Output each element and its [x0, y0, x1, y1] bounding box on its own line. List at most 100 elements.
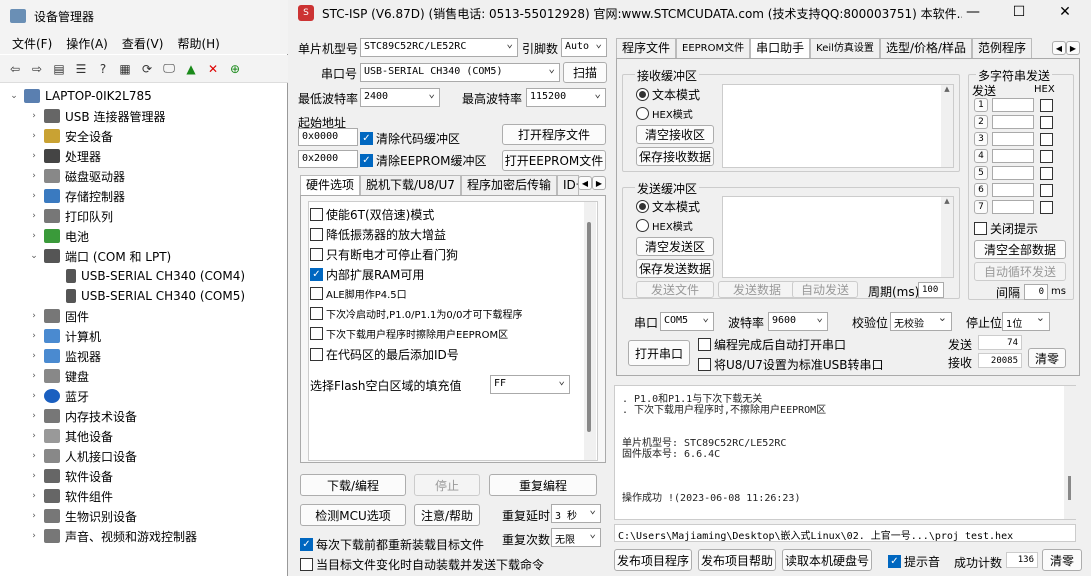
tree-item[interactable]: › 监视器: [0, 346, 288, 366]
option-ale[interactable]: ALE脚用作P4.5口: [310, 286, 407, 301]
right-tab-scroll-left-icon[interactable]: ◀: [1052, 41, 1066, 55]
tree-item[interactable]: › 软件设备: [0, 466, 288, 486]
open-com-button[interactable]: 打开串口: [628, 340, 690, 366]
recv-hex-mode-radio[interactable]: HEX模式: [636, 106, 693, 121]
multi-send-button[interactable]: 6: [974, 183, 988, 197]
save-send-button[interactable]: 保存发送数据: [636, 259, 714, 278]
option-internal-ram[interactable]: ✓ 内部扩展RAM可用: [310, 266, 424, 283]
tree-item[interactable]: › 磁盘驱动器: [0, 166, 288, 186]
repeat-delay-select[interactable]: 3 秒: [551, 504, 601, 523]
menu-action[interactable]: 操作(A): [66, 35, 108, 52]
tree-item[interactable]: › 计算机: [0, 326, 288, 346]
tree-item[interactable]: › 生物识别设备: [0, 506, 288, 526]
multi-string-input[interactable]: [992, 115, 1034, 129]
auto-open-checkbox[interactable]: 编程完成后自动打开串口: [698, 336, 846, 353]
multi-string-input[interactable]: [992, 149, 1034, 163]
chevron-right-icon[interactable]: ›: [28, 451, 40, 461]
multi-send-button[interactable]: 2: [974, 115, 988, 129]
multi-string-input[interactable]: [992, 200, 1034, 214]
chevron-right-icon[interactable]: ›: [28, 511, 40, 521]
chevron-down-icon[interactable]: ⌄: [8, 91, 20, 101]
option-6t[interactable]: 使能6T(双倍速)模式: [310, 206, 434, 223]
chevron-right-icon[interactable]: ›: [28, 191, 40, 201]
scan-hardware-icon[interactable]: ⟳: [138, 60, 156, 78]
auto-load-checkbox[interactable]: 当目标文件变化时自动装载并发送下载命令: [300, 556, 544, 573]
chevron-right-icon[interactable]: ›: [28, 471, 40, 481]
chevron-right-icon[interactable]: ›: [28, 331, 40, 341]
chevron-right-icon[interactable]: ›: [28, 491, 40, 501]
receive-textarea[interactable]: [722, 84, 954, 168]
tab-scroll-left-icon[interactable]: ◀: [578, 176, 592, 190]
multi-hex-checkbox[interactable]: [1040, 133, 1053, 146]
send-hex-mode-radio[interactable]: HEX模式: [636, 218, 693, 233]
publish-help-button[interactable]: 发布项目帮助: [698, 549, 776, 571]
log-scrollbar[interactable]: [1064, 386, 1076, 519]
clear-receive-button[interactable]: 清空接收区: [636, 125, 714, 144]
tab-examples[interactable]: 范例程序: [972, 38, 1033, 58]
multi-string-input[interactable]: [992, 98, 1034, 112]
tree-item[interactable]: › 人机接口设备: [0, 446, 288, 466]
tree-item[interactable]: › 声音、视频和游戏控制器: [0, 526, 288, 546]
reload-checkbox[interactable]: ✓ 每次下载前都重新装载目标文件: [300, 536, 484, 553]
chevron-right-icon[interactable]: ›: [28, 211, 40, 221]
tree-item[interactable]: › 打印队列: [0, 206, 288, 226]
interval-input[interactable]: 0: [1024, 284, 1048, 300]
menu-file[interactable]: 文件(F): [12, 35, 52, 52]
tab-encrypted-transfer[interactable]: 程序加密后传输: [460, 175, 557, 195]
option-cold-start[interactable]: 下次冷启动时,P1.0/P1.1为0/0才可下载程序: [310, 306, 523, 321]
close-hint-checkbox[interactable]: 关闭提示: [974, 220, 1038, 237]
clear-count-button[interactable]: 清零: [1028, 348, 1066, 368]
tree-item[interactable]: › 存储控制器: [0, 186, 288, 206]
save-receive-button[interactable]: 保存接收数据: [636, 147, 714, 166]
uninstall-icon[interactable]: ✕: [204, 60, 222, 78]
beep-checkbox[interactable]: ✓ 提示音: [888, 553, 940, 570]
tree-item[interactable]: USB-SERIAL CH340 (COM5): [0, 286, 288, 306]
tree-item[interactable]: › 电池: [0, 226, 288, 246]
tree-item[interactable]: › 键盘: [0, 366, 288, 386]
multi-hex-checkbox[interactable]: [1040, 150, 1053, 163]
options-scrollbar[interactable]: [584, 202, 596, 460]
chevron-right-icon[interactable]: ›: [28, 391, 40, 401]
forward-icon[interactable]: ⇨: [28, 60, 46, 78]
pins-select[interactable]: Auto: [561, 38, 607, 57]
close-icon[interactable]: ✕: [1044, 0, 1086, 24]
multi-send-button[interactable]: 7: [974, 200, 988, 214]
tab-eeprom-file[interactable]: EEPROM文件: [676, 38, 751, 58]
menu-help[interactable]: 帮助(H): [177, 35, 219, 52]
chevron-right-icon[interactable]: ›: [28, 131, 40, 141]
tab-program-file[interactable]: 程序文件: [616, 38, 677, 58]
usb-cdc-checkbox[interactable]: 将U8/U7设置为标准USB转串口: [698, 356, 884, 373]
multi-string-input[interactable]: [992, 132, 1034, 146]
tab-offline-download[interactable]: 脱机下载/U8/U7: [360, 175, 461, 195]
list-icon[interactable]: ☰: [72, 60, 90, 78]
tree-item[interactable]: › USB 连接器管理器: [0, 106, 288, 126]
option-erase-eeprom[interactable]: 下次下载用户程序时擦除用户EEPROM区: [310, 326, 508, 341]
multi-hex-checkbox[interactable]: [1040, 184, 1053, 197]
tree-item[interactable]: ⌄ 端口 (COM 和 LPT): [0, 246, 288, 266]
check-mcu-button[interactable]: 检测MCU选项: [300, 504, 406, 526]
right-tab-scroll-right-icon[interactable]: ▶: [1066, 41, 1080, 55]
clear-send-button[interactable]: 清空发送区: [636, 237, 714, 256]
option-add-id[interactable]: 在代码区的最后添加ID号: [310, 346, 459, 363]
tab-keil-settings[interactable]: Keil仿真设置: [810, 38, 880, 58]
publish-program-button[interactable]: 发布项目程序: [614, 549, 692, 571]
repeat-count-select[interactable]: 无限: [551, 528, 601, 547]
details-icon[interactable]: ▦: [116, 60, 134, 78]
min-baud-select[interactable]: 2400: [360, 88, 440, 107]
send-scrollbar[interactable]: ▲: [941, 197, 953, 277]
repeat-program-button[interactable]: 重复编程: [489, 474, 597, 496]
chevron-right-icon[interactable]: ›: [28, 231, 40, 241]
multi-hex-checkbox[interactable]: [1040, 167, 1053, 180]
clear-all-button[interactable]: 清空全部数据: [974, 240, 1066, 259]
tree-item[interactable]: › 固件: [0, 306, 288, 326]
multi-string-input[interactable]: [992, 166, 1034, 180]
com-select[interactable]: COM5: [660, 312, 714, 331]
option-watchdog[interactable]: 只有断电才可停止看门狗: [310, 246, 458, 263]
multi-send-button[interactable]: 3: [974, 132, 988, 146]
multi-hex-checkbox[interactable]: [1040, 99, 1053, 112]
fill-select[interactable]: FF: [490, 375, 570, 394]
tab-scroll-right-icon[interactable]: ▶: [592, 176, 606, 190]
minimize-icon[interactable]: —: [952, 0, 994, 24]
help-button[interactable]: 注意/帮助: [414, 504, 480, 526]
port-select[interactable]: USB-SERIAL CH340 (COM5): [360, 63, 560, 82]
